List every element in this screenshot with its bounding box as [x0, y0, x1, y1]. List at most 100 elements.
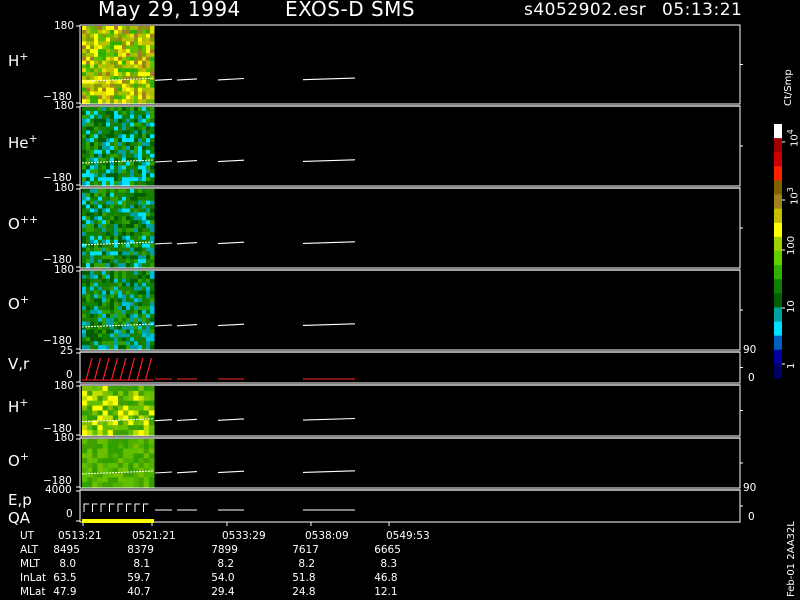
heatmap-cell: [134, 317, 139, 323]
heatmap-cell: [142, 333, 147, 338]
heatmap-cell: [142, 177, 147, 182]
heatmap-cell: [142, 45, 147, 50]
heatmap-cell: [106, 200, 111, 206]
heatmap-cell: [102, 49, 107, 54]
heatmap-cell: [82, 321, 87, 327]
heatmap-cell: [82, 463, 88, 469]
heatmap-cell: [82, 177, 87, 182]
qa-bar: [82, 519, 154, 523]
heatmap-cell: [98, 333, 103, 338]
heatmap-cell: [138, 134, 143, 139]
colorbar-swatch: [774, 236, 782, 252]
heatmap-cell: [86, 189, 91, 194]
heatmap-cell: [126, 251, 131, 256]
panel-frame-0: [79, 24, 741, 105]
heatmap-cell: [146, 91, 151, 96]
heatmap-cell: [118, 386, 124, 392]
heatmap-cell: [138, 126, 143, 131]
orbit-value: 8.3: [380, 558, 398, 570]
heatmap-cell: [134, 259, 139, 264]
heatmap-cell: [106, 52, 111, 58]
heatmap-cell: [82, 329, 87, 334]
heatmap-cell: [146, 189, 151, 194]
heatmap-cell: [110, 91, 115, 96]
heatmap-cell: [94, 306, 99, 311]
heatmap-cell: [82, 181, 87, 186]
heatmap-cell: [142, 216, 147, 221]
heatmap-cell: [114, 110, 119, 116]
heatmap-cell: [150, 263, 155, 268]
heatmap-cell: [150, 255, 155, 260]
heatmap-cell: [138, 173, 143, 178]
heatmap-cell: [138, 313, 143, 319]
heatmap-cell: [118, 313, 123, 319]
heatmap-cell: [148, 443, 155, 450]
orbit-label-ut: UT: [20, 530, 35, 542]
heatmap-cell: [122, 130, 127, 135]
heatmap-cell: [86, 204, 91, 209]
heatmap-cell: [123, 410, 129, 416]
heatmap-cell: [134, 282, 139, 288]
heatmap-cell: [122, 333, 127, 338]
heatmap-cell: [98, 192, 103, 198]
heatmap-cell: [106, 313, 111, 319]
heatmap-cell: [82, 107, 87, 112]
heatmap-cell: [146, 228, 151, 233]
heatmap-cell: [86, 278, 91, 284]
heatmap-cell: [90, 220, 95, 225]
heatmap-cell: [118, 410, 124, 416]
heatmap-cell: [128, 439, 134, 445]
heatmap-cell: [126, 274, 131, 280]
heatmap-cell: [122, 235, 127, 241]
heatmap-cell: [92, 467, 98, 474]
heatmap-layer: [82, 26, 155, 488]
heatmap-cell: [130, 345, 135, 350]
heatmap-cell: [118, 122, 123, 127]
heatmap-cell: [90, 41, 95, 46]
heatmap-cell: [114, 95, 119, 100]
heatmap-cell: [142, 146, 147, 151]
heatmap-cell: [146, 29, 151, 35]
heatmap-cell: [112, 463, 119, 469]
heatmap-cell: [94, 72, 99, 77]
heatmap-cell: [123, 453, 129, 459]
heatmap-cell: [102, 26, 107, 31]
heatmap-cell: [106, 87, 111, 92]
heatmap-cell: [118, 79, 123, 85]
heatmap-cell: [118, 259, 123, 264]
heatmap-cell: [98, 26, 103, 31]
heatmap-cell: [122, 114, 127, 120]
orbit-value: 0538:09: [305, 530, 349, 542]
heatmap-cell: [138, 294, 143, 299]
heatmap-cell: [118, 472, 124, 478]
heatmap-cell: [102, 200, 107, 206]
heatmap-cell: [102, 410, 109, 416]
heatmap-cell: [133, 405, 140, 411]
heatmap-cell: [86, 118, 91, 124]
heatmap-cell: [102, 448, 109, 454]
heatmap-cell: [107, 443, 114, 450]
heatmap-cell: [82, 45, 87, 50]
heatmap-cell: [126, 235, 131, 241]
heatmap-cell: [87, 415, 93, 421]
heatmap-cell: [146, 259, 151, 264]
heatmap-cell: [106, 72, 111, 77]
heatmap-cell: [82, 204, 87, 209]
heatmap-cell: [114, 251, 119, 256]
heatmap-cell: [114, 278, 119, 284]
heatmap-cell: [134, 306, 139, 311]
heatmap-cell: [94, 146, 99, 151]
heatmap-cell: [102, 87, 107, 92]
heatmap-cell: [114, 298, 119, 303]
heatmap-cell: [130, 126, 135, 131]
heatmap-cell: [126, 282, 131, 288]
heatmap-cell: [130, 169, 135, 174]
heatmap-cell: [94, 231, 99, 237]
heatmap-cell: [138, 259, 143, 264]
heatmap-cell: [138, 169, 143, 174]
heatmap-cell: [146, 99, 151, 104]
heatmap-cell: [86, 212, 91, 217]
heatmap-cell: [86, 255, 91, 260]
heatmap-cell: [138, 453, 145, 459]
heatmap-cell: [110, 149, 115, 155]
